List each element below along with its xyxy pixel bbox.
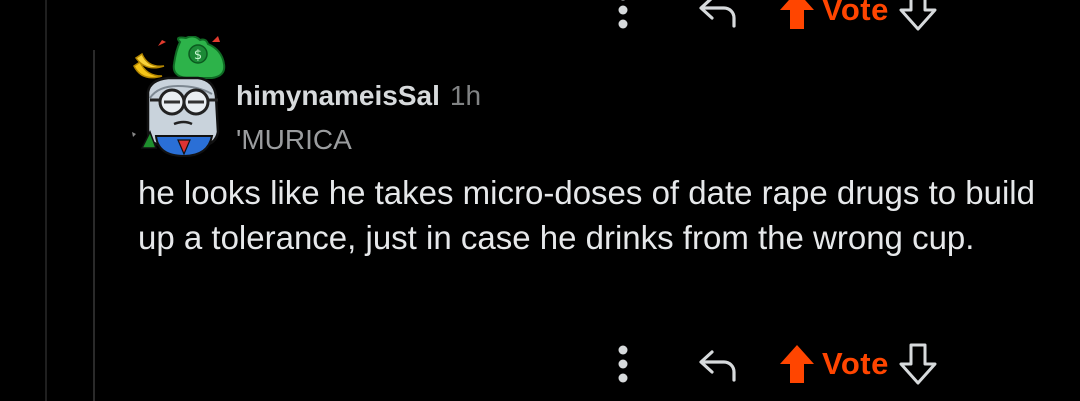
reply-button[interactable] xyxy=(688,0,748,33)
username-link[interactable]: himynameisSal xyxy=(236,80,440,112)
vote-count: Vote xyxy=(822,346,889,381)
comment-actions: Vote xyxy=(600,336,941,392)
downvote-arrow-icon xyxy=(899,0,937,31)
user-flair: 'MURICA xyxy=(236,124,352,155)
inner-thread-line[interactable] xyxy=(93,50,95,401)
parent-comment-actions: Vote xyxy=(600,0,941,38)
svg-text:$: $ xyxy=(194,48,202,63)
more-options-button[interactable] xyxy=(600,341,646,387)
comment-body: he looks like he takes micro-doses of da… xyxy=(138,174,1035,256)
upvote-arrow-icon xyxy=(780,345,814,383)
vote-count: Vote xyxy=(822,0,889,27)
downvote-button[interactable] xyxy=(895,341,941,387)
more-vertical-icon xyxy=(618,345,628,383)
user-avatar[interactable]: $ xyxy=(128,35,238,158)
snoo-avatar-icon: $ xyxy=(132,35,226,158)
upvote-button[interactable] xyxy=(774,0,820,33)
upvote-button[interactable] xyxy=(774,341,820,387)
more-options-button[interactable] xyxy=(600,0,646,33)
more-vertical-icon xyxy=(618,0,628,29)
comment-header: himynameisSal 1h xyxy=(236,80,481,112)
upvote-arrow-icon xyxy=(780,0,814,29)
reply-icon xyxy=(699,0,736,28)
comment-timestamp: 1h xyxy=(449,80,482,111)
reply-icon xyxy=(699,350,736,382)
downvote-button[interactable] xyxy=(895,0,941,33)
downvote-arrow-icon xyxy=(899,343,937,385)
reply-button[interactable] xyxy=(688,341,748,387)
outer-thread-line[interactable] xyxy=(45,0,47,401)
